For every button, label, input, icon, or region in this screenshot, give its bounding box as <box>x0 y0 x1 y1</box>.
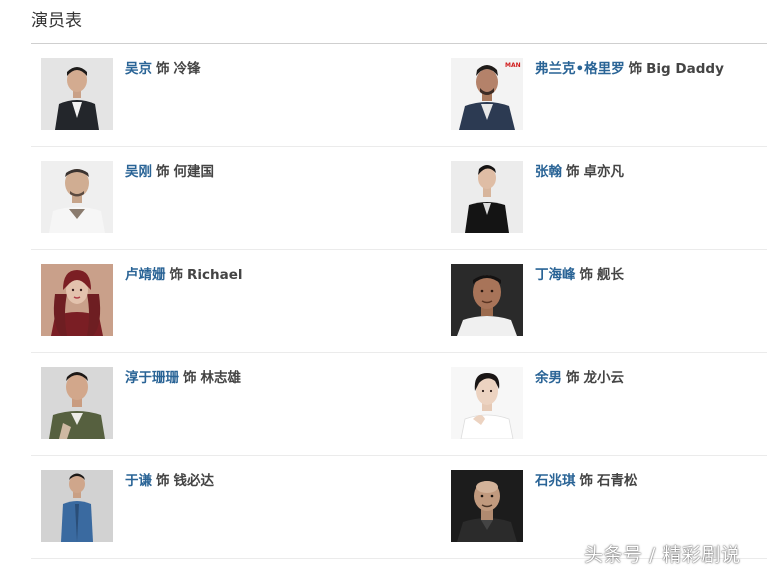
role-name: 舰长 <box>597 267 624 283</box>
actor-name-link[interactable]: 丁海峰 <box>535 267 576 283</box>
cast-row: 吴刚饰何建国 张翰饰卓亦凡 <box>31 147 767 250</box>
role-name: 钱必达 <box>173 473 215 489</box>
role-name: 龙小云 <box>583 370 625 386</box>
actor-name-link[interactable]: 余男 <box>535 370 562 386</box>
actor-photo[interactable] <box>41 470 113 542</box>
cast-row: 吴京饰冷锋 MAN 弗兰克•格里罗饰 Big Daddy <box>31 44 767 147</box>
cast-row: 淳于珊珊饰林志雄 余男饰龙小云 <box>31 353 767 456</box>
as-label: 饰 <box>579 267 594 283</box>
cast-caption: 吴刚饰何建国 <box>125 163 214 181</box>
cast-caption: 淳于珊珊饰林志雄 <box>125 369 241 387</box>
actor-name-link[interactable]: 张翰 <box>535 164 562 180</box>
cast-caption: 石兆琪饰石青松 <box>535 472 638 490</box>
actor-name-link[interactable]: 石兆琪 <box>535 473 576 489</box>
as-label: 饰 <box>566 370 580 386</box>
cast-caption: 吴京饰冷锋 <box>125 60 201 78</box>
cast-caption: 卢靖姗饰 Richael <box>125 266 243 284</box>
role-name: 何建国 <box>173 164 215 180</box>
as-label: 饰 <box>156 164 170 180</box>
magazine-logo: MAN <box>505 62 521 69</box>
as-label: 饰 <box>156 61 170 77</box>
actor-photo[interactable] <box>41 264 113 336</box>
actor-name-link[interactable]: 淳于珊珊 <box>125 370 179 386</box>
actor-photo[interactable] <box>41 161 113 233</box>
cast-caption: 余男饰龙小云 <box>535 369 624 387</box>
actor-name-link[interactable]: 吴刚 <box>125 164 152 180</box>
as-label: 饰 <box>628 61 643 77</box>
role-name: 卓亦凡 <box>583 164 625 180</box>
as-label: 饰 <box>579 473 594 489</box>
watermark: 头条号 / 精彩剧说 <box>584 544 741 566</box>
as-label: 饰 <box>156 473 170 489</box>
actor-photo[interactable] <box>41 367 113 439</box>
role-name: 林志雄 <box>200 370 242 386</box>
cast-caption: 弗兰克•格里罗饰 Big Daddy <box>535 60 724 78</box>
role-name: 石青松 <box>597 473 638 489</box>
actor-name-link[interactable]: 弗兰克•格里罗 <box>535 61 625 77</box>
role-name: 冷锋 <box>173 61 201 77</box>
role-name: Big Daddy <box>646 61 724 77</box>
as-label: 饰 <box>183 370 197 386</box>
actor-photo[interactable] <box>451 264 523 336</box>
actor-photo[interactable] <box>451 470 523 542</box>
cast-caption: 于谦饰钱必达 <box>125 472 214 490</box>
cast-list: 吴京饰冷锋 MAN 弗兰克•格里罗饰 Big Daddy 吴刚饰何建国 张翰饰卓亦… <box>31 44 767 559</box>
page-title: 演员表 <box>31 11 82 31</box>
actor-photo[interactable] <box>41 58 113 130</box>
actor-name-link[interactable]: 卢靖姗 <box>125 267 166 283</box>
cast-caption: 丁海峰饰舰长 <box>535 266 624 284</box>
as-label: 饰 <box>169 267 184 283</box>
cast-row: 卢靖姗饰 Richael 丁海峰饰舰长 <box>31 250 767 353</box>
actor-photo[interactable] <box>451 161 523 233</box>
actor-name-link[interactable]: 吴京 <box>125 61 152 77</box>
role-name: Richael <box>187 267 243 283</box>
actor-photo[interactable]: MAN <box>451 58 523 130</box>
actor-photo[interactable] <box>451 367 523 439</box>
cast-caption: 张翰饰卓亦凡 <box>535 163 624 181</box>
as-label: 饰 <box>566 164 580 180</box>
actor-name-link[interactable]: 于谦 <box>125 473 152 489</box>
